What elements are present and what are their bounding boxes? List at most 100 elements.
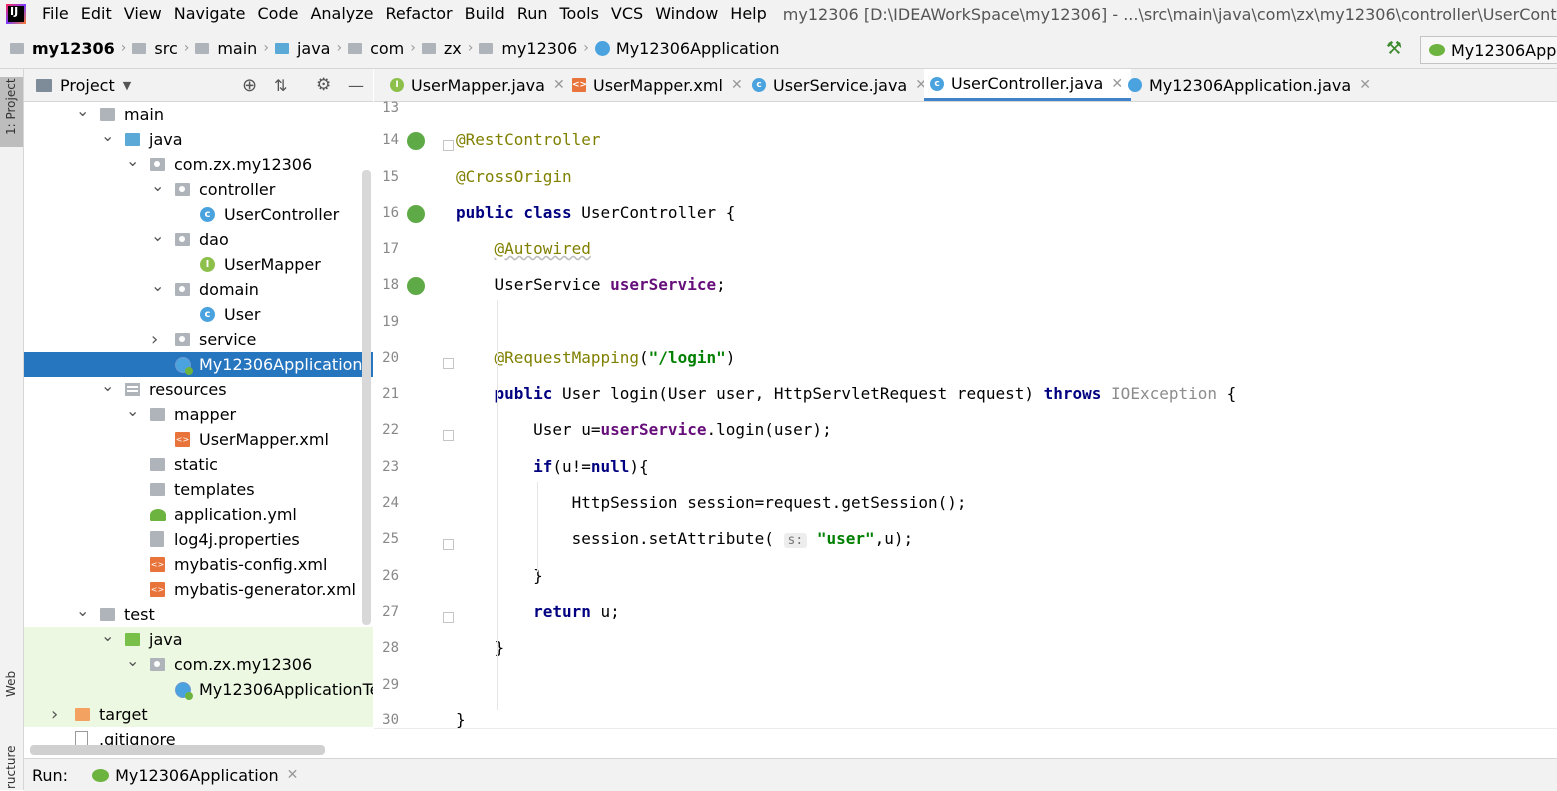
tree-item-label: My12306Application <box>199 355 363 374</box>
menu-analyze[interactable]: Analyze <box>304 0 379 28</box>
code-token: ) <box>725 348 736 367</box>
close-icon[interactable]: ✕ <box>553 77 565 93</box>
locate-icon[interactable]: ⊕ <box>242 75 257 96</box>
code-token: ){ <box>629 457 649 476</box>
breadcrumb-item[interactable]: my12306 › <box>473 39 589 58</box>
fold-marker-icon[interactable] <box>443 430 454 441</box>
fold-marker-icon[interactable] <box>443 539 454 550</box>
tree-item[interactable]: ⌄ dao <box>24 226 373 252</box>
fold-marker-icon[interactable] <box>443 140 454 151</box>
chevron-down-icon[interactable]: ⌄ <box>126 648 139 673</box>
tree-item[interactable]: ⌄ domain <box>24 276 373 302</box>
chevron-right-icon[interactable]: › <box>151 327 163 352</box>
project-tree-horizontal-scrollbar[interactable] <box>30 745 325 755</box>
breadcrumb-item[interactable]: my12306 › <box>4 39 126 58</box>
menu-tools[interactable]: Tools <box>554 0 605 28</box>
tree-item[interactable]: ⌄ resources <box>24 376 373 402</box>
project-tree-scrollbar[interactable] <box>362 170 371 625</box>
breadcrumb-item[interactable]: main › <box>189 39 269 58</box>
tree-item[interactable]: templates <box>24 477 373 502</box>
tree-item[interactable]: c UserController <box>24 202 373 227</box>
project-view-icon <box>36 78 52 92</box>
editor-tab[interactable]: My12306Application.java ✕ <box>1122 69 1379 101</box>
package-icon <box>175 183 190 196</box>
chevron-down-icon[interactable]: ⌄ <box>76 102 89 123</box>
gear-icon[interactable]: ⚙ <box>316 75 331 95</box>
tree-item[interactable]: log4j.properties <box>24 527 373 552</box>
structure-tool-tab-label: ructure <box>4 745 18 790</box>
close-icon[interactable]: ✕ <box>287 767 299 783</box>
line-number: 23 <box>382 459 399 475</box>
package-icon <box>150 658 165 671</box>
project-tool-tab[interactable]: 1: Project <box>0 77 23 147</box>
tree-item[interactable]: ⌄ com.zx.my12306 <box>24 651 373 677</box>
close-icon[interactable]: ✕ <box>731 77 743 93</box>
editor-tab[interactable]: c UserController.java ✕ <box>924 69 1132 101</box>
autowired-bean-icon[interactable] <box>407 277 425 295</box>
chevron-down-icon[interactable]: ▼ <box>123 79 131 92</box>
tree-item[interactable]: › service <box>24 327 373 352</box>
chevron-down-icon[interactable]: ⌄ <box>101 123 114 148</box>
breadcrumb-item[interactable]: zx › <box>416 39 473 58</box>
hide-panel-icon[interactable]: — <box>348 76 364 95</box>
menu-help[interactable]: Help <box>724 0 772 28</box>
menu-vcs[interactable]: VCS <box>605 0 649 28</box>
fold-marker-icon[interactable] <box>443 612 454 623</box>
editor-tab[interactable]: I UserMapper.java ✕ <box>384 69 573 101</box>
run-configuration-selector[interactable]: My12306Appli <box>1420 36 1557 64</box>
breadcrumb-item[interactable]: com › <box>342 39 416 58</box>
tree-item[interactable]: ⌄ controller <box>24 176 373 202</box>
menu-navigate[interactable]: Navigate <box>168 0 252 28</box>
chevron-down-icon[interactable]: ⌄ <box>151 223 164 248</box>
chevron-down-icon[interactable]: ⌄ <box>126 148 139 173</box>
menu-run[interactable]: Run <box>511 0 554 28</box>
menu-build[interactable]: Build <box>459 0 511 28</box>
breadcrumb-item[interactable]: java › <box>269 39 342 58</box>
spring-bean-icon[interactable] <box>407 132 425 150</box>
collapse-all-icon[interactable]: ⇅ <box>274 76 287 95</box>
breadcrumb-item[interactable]: My12306Application <box>589 39 779 58</box>
chevron-down-icon[interactable]: ⌄ <box>126 398 139 423</box>
chevron-down-icon[interactable]: ⌄ <box>101 623 114 648</box>
structure-tool-tab[interactable]: ructure <box>0 741 23 790</box>
tree-item[interactable]: ⌄ java <box>24 126 373 152</box>
tree-item[interactable]: ⌄ com.zx.my12306 <box>24 151 373 177</box>
code-editor[interactable]: @RestController @CrossOrigin public class … <box>456 102 1557 728</box>
web-tool-tab[interactable]: Web <box>0 667 23 727</box>
chevron-down-icon[interactable]: ⌄ <box>151 273 164 298</box>
tree-item[interactable]: ⌄ mapper <box>24 401 373 427</box>
code-line: @CrossOrigin <box>456 165 572 189</box>
tree-item[interactable]: c User <box>24 302 373 327</box>
tree-item[interactable]: ⌄ test <box>24 601 373 627</box>
tree-item[interactable]: <> mybatis-config.xml <box>24 552 373 577</box>
close-icon[interactable]: ✕ <box>1359 77 1371 93</box>
fold-marker-icon[interactable] <box>443 358 454 369</box>
chevron-down-icon[interactable]: ⌄ <box>76 598 89 623</box>
menu-window[interactable]: Window <box>649 0 724 28</box>
tree-item[interactable]: › target <box>24 702 373 727</box>
tree-item[interactable]: ⌄ main <box>24 102 373 127</box>
tree-item[interactable]: I UserMapper <box>24 252 373 277</box>
tree-item[interactable]: static <box>24 452 373 477</box>
menu-code[interactable]: Code <box>252 0 305 28</box>
breadcrumb-item[interactable]: src › <box>126 39 189 58</box>
project-view-selector[interactable]: Project <box>60 76 115 95</box>
editor-tab[interactable]: c UserService.java ✕ <box>746 69 935 101</box>
chevron-down-icon[interactable]: ⌄ <box>151 173 164 198</box>
tree-item[interactable]: My12306Application <box>24 352 373 377</box>
menu-file[interactable]: File <box>36 0 75 28</box>
run-tab[interactable]: My12306Application ✕ <box>92 766 298 785</box>
tree-item[interactable]: <> UserMapper.xml <box>24 427 373 452</box>
menu-view[interactable]: View <box>118 0 168 28</box>
editor-tab[interactable]: <> UserMapper.xml ✕ <box>566 69 751 101</box>
tree-item[interactable]: My12306ApplicationTes <box>24 677 373 702</box>
tree-item[interactable]: ⌄ java <box>24 626 373 652</box>
build-hammer-icon[interactable]: ⚒ <box>1386 38 1408 59</box>
menu-refactor[interactable]: Refactor <box>380 0 459 28</box>
spring-bean-icon[interactable] <box>407 205 425 223</box>
chevron-down-icon[interactable]: ⌄ <box>101 373 114 398</box>
menu-edit[interactable]: Edit <box>75 0 118 28</box>
tree-item[interactable]: application.yml <box>24 502 373 527</box>
chevron-right-icon[interactable]: › <box>51 702 63 727</box>
line-number: 21 <box>382 386 399 402</box>
